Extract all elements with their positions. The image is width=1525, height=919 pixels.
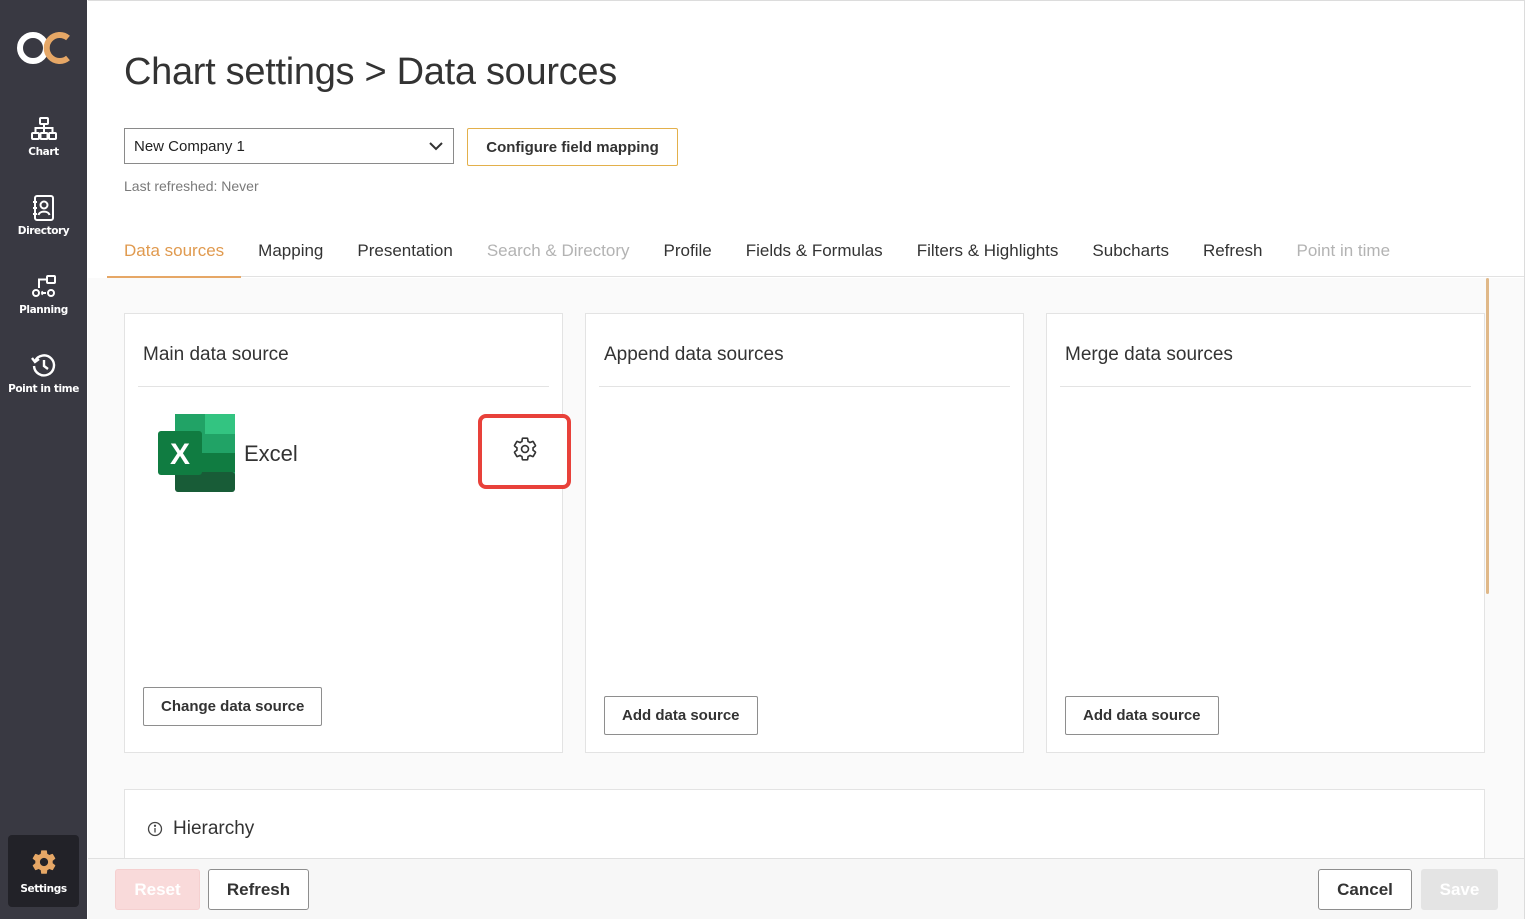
divider	[138, 386, 549, 387]
sidebar-item-label: Directory	[17, 225, 70, 237]
tab-fields-formulas[interactable]: Fields & Formulas	[729, 225, 900, 277]
tab-point-in-time: Point in time	[1296, 241, 1391, 260]
cancel-button[interactable]: Cancel	[1318, 869, 1412, 910]
tab-data-sources[interactable]: Data sources	[107, 225, 242, 278]
footer-bar: Reset Refresh Cancel Save	[88, 858, 1524, 919]
tab-mapping[interactable]: Mapping	[241, 225, 340, 277]
tab-subcharts[interactable]: Subcharts	[1075, 225, 1186, 277]
change-data-source-button[interactable]: Change data source	[143, 687, 323, 726]
sidebar-item-chart[interactable]: Chart	[0, 114, 87, 158]
add-append-data-source-button[interactable]: Add data source	[604, 696, 758, 735]
excel-icon: X	[157, 413, 237, 493]
gear-icon	[512, 436, 538, 467]
sidebar-item-point-in-time[interactable]: Point in time	[0, 351, 87, 395]
hierarchy-title: Hierarchy	[173, 818, 255, 839]
data-source-settings-button[interactable]	[478, 414, 571, 489]
main-panel: Chart settings > Data sources New Compan…	[88, 0, 1525, 919]
hierarchy-section: Hierarchy	[124, 789, 1485, 859]
divider	[599, 386, 1010, 387]
tab-presentation[interactable]: Presentation	[340, 225, 469, 277]
page-title: Chart settings > Data sources	[124, 51, 617, 93]
history-icon	[29, 351, 59, 381]
configure-field-mapping-button[interactable]: Configure field mapping	[467, 128, 678, 166]
company-select[interactable]: New Company 1	[124, 128, 454, 164]
card-title: Append data sources	[604, 344, 784, 365]
sidebar-item-settings[interactable]: Settings	[8, 835, 79, 907]
append-data-sources-card: Append data sources Add data source	[585, 313, 1024, 753]
info-icon[interactable]	[147, 821, 163, 837]
card-title: Main data source	[143, 344, 289, 365]
settings-tabs: Data sources Mapping Presentation Search…	[107, 225, 1524, 278]
merge-data-sources-card: Merge data sources Add data source	[1046, 313, 1485, 753]
card-title: Merge data sources	[1065, 344, 1233, 365]
org-chart-icon	[29, 114, 59, 144]
reset-button[interactable]: Reset	[115, 869, 200, 910]
tab-filters-highlights[interactable]: Filters & Highlights	[900, 225, 1076, 277]
orgchart-logo[interactable]	[14, 26, 74, 70]
svg-text:X: X	[170, 438, 190, 471]
tab-refresh[interactable]: Refresh	[1186, 225, 1280, 277]
add-merge-data-source-button[interactable]: Add data source	[1065, 696, 1219, 735]
refresh-button[interactable]: Refresh	[208, 869, 309, 910]
sidebar-item-label: Chart	[28, 146, 59, 158]
sidebar-item-directory[interactable]: Directory	[0, 193, 87, 237]
directory-icon	[29, 193, 59, 223]
tab-search-directory: Search & Directory	[486, 241, 630, 260]
sidebar-item-label: Point in time	[8, 383, 79, 395]
scrollbar-thumb[interactable]	[1486, 278, 1489, 594]
sidebar-item-label: Planning	[19, 304, 68, 316]
last-refreshed-text: Last refreshed: Never	[124, 178, 259, 194]
sidebar-item-planning[interactable]: Planning	[0, 272, 87, 316]
sidebar: Chart Directory Planning Point in time S…	[0, 0, 87, 919]
main-data-source-card: Main data source X Excel Change data sou…	[124, 313, 571, 753]
divider	[1060, 386, 1471, 387]
data-source-name: Excel	[244, 441, 298, 466]
gear-icon	[30, 848, 58, 881]
sidebar-item-label: Settings	[20, 882, 67, 895]
content-area: Main data source X Excel Change data sou…	[88, 278, 1524, 859]
company-select-value: New Company 1	[134, 137, 245, 155]
planning-icon	[29, 272, 59, 302]
chevron-down-icon	[428, 138, 444, 154]
save-button[interactable]: Save	[1421, 869, 1498, 910]
tab-profile[interactable]: Profile	[647, 225, 729, 277]
